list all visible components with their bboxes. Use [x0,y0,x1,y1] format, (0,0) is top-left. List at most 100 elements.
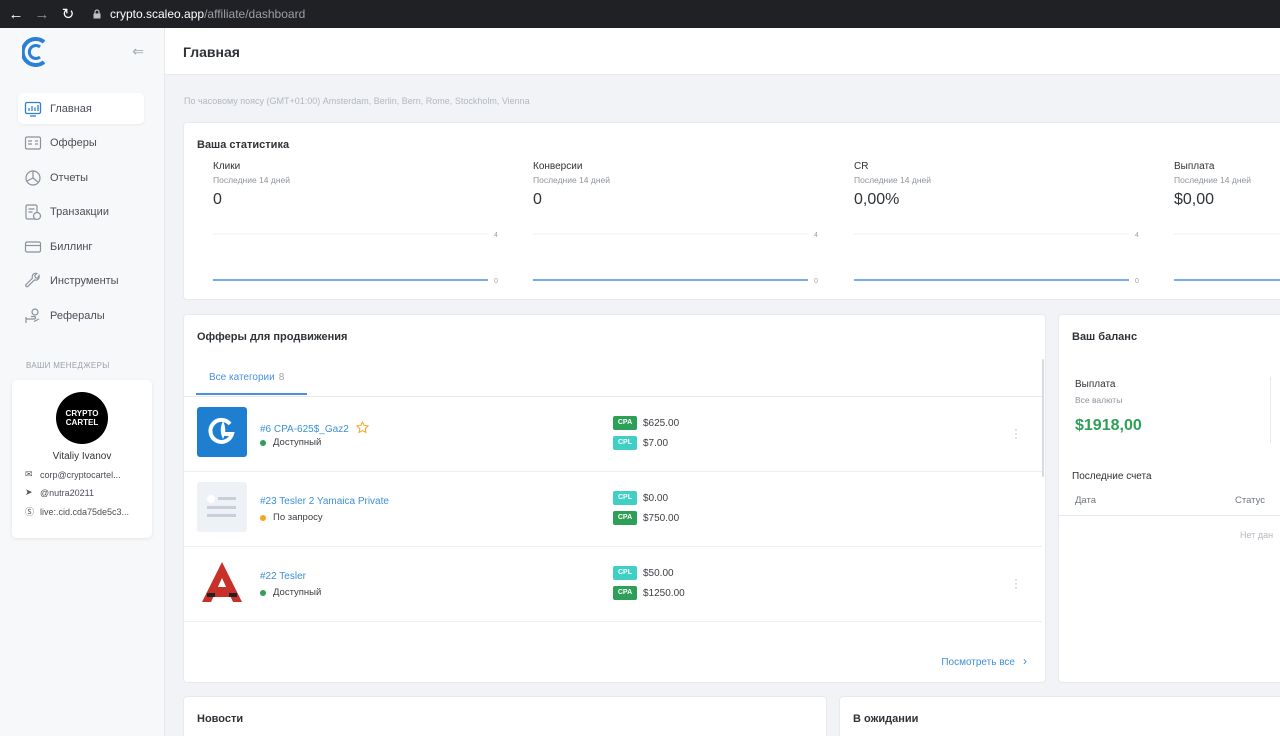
telegram-icon: ➤ [25,487,33,497]
balance-divider [1270,377,1271,443]
stat-sub: Последние 14 дней [1174,175,1252,185]
news-card: Новости [183,696,827,736]
sidebar-item-transactions[interactable]: Транзакции [18,197,144,228]
sidebar-item-offers[interactable]: Офферы [18,128,144,159]
back-arrow-icon[interactable]: ← [6,4,26,24]
manager-email[interactable]: ✉ corp@cryptocartel... [25,469,147,480]
balance-title: Ваш баланс [1072,331,1138,343]
stat-label: CR [854,161,869,172]
address-bar[interactable]: crypto.scaleo.app/affiliate/dashboard [92,3,305,25]
stats-card: Ваша статистика Клики Последние 14 дней … [183,122,1280,300]
stats-title: Ваша статистика [197,139,290,151]
sparkline-max: 4 [494,232,498,239]
offer-payout: CPA $750.00 [613,511,679,525]
timezone-note: По часовому поясу (GMT+01:00) Amsterdam,… [184,96,530,106]
wrench-icon [25,272,40,288]
tab-all-categories[interactable]: Все категории 8 [196,367,307,395]
payout-type-badge: CPL [613,436,637,450]
more-options-icon[interactable]: · · · [1014,423,1018,443]
mail-icon: ✉ [25,469,33,479]
pending-card: В ожидании [839,696,1280,736]
skype-icon: Ⓢ [25,507,35,517]
offer-status-text: По запросу [273,512,323,523]
offer-row[interactable]: #6 CPA-625$_Gaz2 Доступный CPA $625.00 CP… [184,397,1042,472]
balance-value: $1918,00 [1075,417,1142,434]
referrals-icon [25,307,40,323]
sparkline-min: 0 [494,278,498,285]
invoices-divider [1059,515,1280,516]
payout-type-badge: CPA [613,511,637,525]
stat-sub: Последние 14 дней [533,175,611,185]
sidebar-item-referrals[interactable]: Рефералы [18,300,144,331]
manager-skype[interactable]: Ⓢlive:.cid.cda75de5c3... [25,505,147,518]
avatar-text: CRYPTO CARTEL [65,409,99,427]
sidebar-item-label: Офферы [50,137,97,149]
status-dot [260,439,266,446]
sparkline-conversions: 4 0 [533,232,818,285]
tesler-logo-icon [202,562,242,602]
offer-payout: CPL $7.00 [613,436,668,450]
sidebar-item-label: Отчеты [50,171,89,184]
offer-row[interactable]: #22 Tesler Доступный CPL $50.00 CPA $1250.… [184,547,1042,622]
sparkline-clicks: 4 0 [213,232,498,285]
billing-icon [24,240,42,253]
offer-name[interactable]: #6 CPA-625$_Gaz2 [260,420,369,435]
stat-label: Клики [213,161,241,172]
offer-logo [197,407,247,457]
collapse-sidebar-icon[interactable]: ⇐ [132,43,144,60]
chevron-right-icon: › [1023,654,1027,668]
reload-icon[interactable]: ↻ [58,4,78,24]
status-dot [260,514,266,521]
payout-value: $0.00 [643,492,669,504]
more-options-icon[interactable]: · · · [1014,573,1018,593]
managers-title: ВАШИ МЕНЕДЖЕРЫ [26,361,110,370]
sidebar-item-label: Транзакции [50,206,109,218]
offer-payout: CPA $1250.00 [613,586,685,600]
manager-skype-text: live:.cid.cda75de5c3... [40,506,130,517]
offer-logo [197,557,247,607]
offer-status: Доступный [260,437,321,448]
offer-name[interactable]: #23 Tesler 2 Yamaica Private [260,496,389,507]
sidebar-item-label: Главная [50,102,92,115]
forward-arrow-icon[interactable]: → [32,4,52,24]
sparkline-cr: 4 0 [854,232,1139,285]
sparkline-payout [1174,233,1280,281]
offer-status: По запросу [260,512,323,523]
sidebar-item-billing[interactable]: Биллинг [18,231,144,262]
star-icon[interactable] [355,420,369,434]
offers-card: Офферы для продвижения Все категории 8 #6… [183,314,1046,683]
offers-icon [24,136,42,150]
tab-count: 8 [278,372,285,383]
offer-row[interactable]: #23 Tesler 2 Yamaica Private По запросу … [184,472,1042,547]
balance-card: Ваш баланс Выплата Все валюты $1918,00 П… [1058,314,1280,683]
placeholder-image-icon [207,495,236,517]
sidebar-item-label: Инструменты [50,275,119,287]
stat-sub: Последние 14 дней [213,175,291,185]
transactions-icon [25,204,42,221]
invoices-column-status[interactable]: Статус [1235,495,1265,506]
see-all-link[interactable]: Посмотреть все › [941,654,1027,668]
stat-label: Конверсии [533,161,583,172]
avatar: CRYPTO CARTEL [56,392,108,444]
see-all-text: Посмотреть все [941,657,1015,668]
offer-status-text: Доступный [273,437,322,448]
url-domain: crypto.scaleo.app [110,7,205,21]
manager-telegram[interactable]: ➤ @nutra20211 [25,487,147,498]
news-title: Новости [197,713,244,725]
offers-scrollbar[interactable] [1042,359,1044,477]
logo-icon[interactable] [22,36,50,68]
chart-icon [24,101,42,117]
payout-type-badge: CPL [613,491,637,505]
no-data-text: Нет дан [1240,530,1274,540]
sidebar-item-reports[interactable]: Отчеты [18,162,144,193]
manager-email-text: corp@cryptocartel... [40,469,121,480]
invoices-column-date[interactable]: Дата [1075,495,1096,506]
offer-name[interactable]: #22 Tesler [260,571,306,582]
sparkline-max: 4 [1135,232,1139,239]
sidebar-item-home[interactable]: Главная [18,93,144,124]
sidebar-item-tools[interactable]: Инструменты [18,266,144,297]
browser-toolbar: ← → ↻ crypto.scaleo.app/affiliate/dashbo… [0,0,1280,28]
offer-status: Доступный [260,587,321,598]
offer-name-text: #6 CPA-625$_Gaz2 [260,424,349,435]
payout-value: $1250.00 [643,587,685,599]
